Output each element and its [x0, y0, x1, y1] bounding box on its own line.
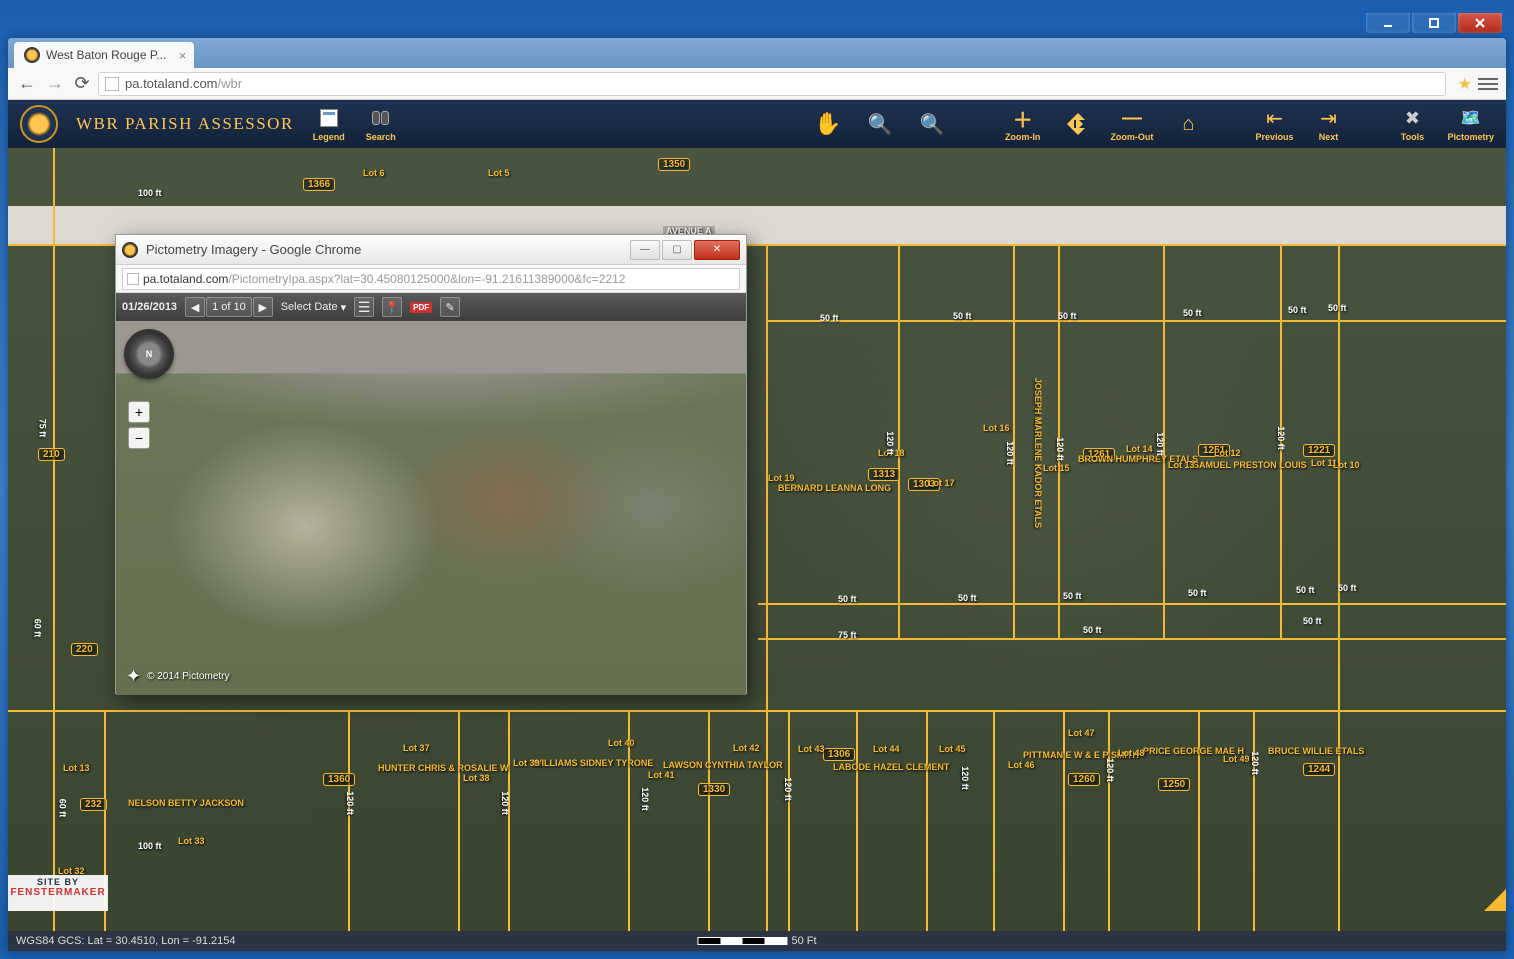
browser-tab[interactable]: West Baton Rouge P... × — [14, 42, 194, 68]
status-bar: WGS84 GCS: Lat = 30.4510, Lon = -91.2154… — [8, 931, 1506, 951]
chrome-tabstrip: West Baton Rouge P... × — [8, 38, 1506, 68]
imagery-zoom-in-button[interactable]: + — [128, 401, 150, 423]
annotate-button[interactable]: ✎ — [440, 297, 460, 317]
address-bar[interactable]: pa.totaland.com/wbr — [98, 72, 1446, 96]
tab-favicon — [24, 47, 40, 63]
minus-icon: — — [1120, 106, 1144, 130]
os-maximize-button[interactable] — [1412, 13, 1456, 33]
compass-widget[interactable]: N — [124, 329, 174, 379]
plus-icon: ＋ — [1011, 106, 1035, 130]
popup-urlbar-row: pa.totaland.com/PictometryIpa.aspx?lat=3… — [116, 265, 746, 293]
parish-seal-logo — [20, 105, 58, 143]
map-canvas[interactable]: AVENUE A 1366135013131303126112511221130… — [8, 148, 1506, 931]
back-button[interactable]: ← — [16, 73, 38, 95]
next-arrow-icon: ⇥ — [1316, 106, 1340, 130]
pictometry-logo-icon: ✦ — [126, 666, 141, 687]
pdf-export-button[interactable]: PDF — [410, 302, 432, 313]
app-header: WBR PARISH ASSESSOR Legend Search ✋ 🔍 🔍 … — [8, 100, 1506, 148]
oblique-imagery[interactable]: N + − ✦ © 2014 Pictometry — [116, 321, 746, 695]
app-title: WBR PARISH ASSESSOR — [76, 114, 294, 134]
url-path: /wbr — [218, 76, 243, 91]
zoom-in-button[interactable]: ＋ Zoom-In — [1005, 106, 1041, 142]
os-close-button[interactable] — [1458, 13, 1502, 33]
magnify-minus-icon: 🔍 — [920, 112, 944, 136]
next-button[interactable]: ⇥ Next — [1311, 106, 1345, 142]
legend-label: Legend — [313, 132, 345, 142]
tab-title: West Baton Rouge P... — [46, 48, 166, 62]
previous-button[interactable]: ⇤ Previous — [1255, 106, 1293, 142]
magnify-plus-icon: 🔍 — [868, 112, 892, 136]
legend-icon — [320, 109, 338, 127]
home-icon: ⌂ — [1176, 112, 1200, 136]
hand-icon: ✋ — [816, 112, 840, 136]
popup-toolbar: 01/26/2013 ◀ 1 of 10 ▶ Select Date ▾ ☰ 📍… — [116, 293, 746, 321]
coords-readout: WGS84 GCS: Lat = 30.4510, Lon = -91.2154 — [16, 935, 236, 947]
popup-url-path: /PictometryIpa.aspx?lat=30.45080125000&l… — [228, 272, 625, 286]
pictometry-label: Pictometry — [1447, 132, 1494, 142]
reload-button[interactable]: ⟳ — [72, 74, 92, 94]
tools-label: Tools — [1401, 132, 1424, 142]
pan-button[interactable]: ✋ — [811, 112, 845, 136]
zoom-in-icon-button[interactable]: 🔍 — [863, 112, 897, 136]
imagery-date: 01/26/2013 — [122, 301, 177, 313]
nav-diamond-icon — [1063, 109, 1087, 139]
next-label: Next — [1319, 132, 1339, 142]
chrome-menu-button[interactable] — [1478, 74, 1498, 94]
site-by-company: FENSTERMAKER — [10, 887, 106, 898]
layers-button[interactable]: ☰ — [354, 297, 374, 317]
search-button[interactable]: Search — [364, 106, 398, 142]
pictometry-icon: 🗺️ — [1459, 106, 1483, 130]
popup-minimize-button[interactable]: — — [630, 240, 660, 260]
popup-favicon — [122, 242, 138, 258]
popup-address-bar[interactable]: pa.totaland.com/PictometryIpa.aspx?lat=3… — [122, 268, 740, 290]
tab-close-icon[interactable]: × — [179, 48, 187, 63]
zoom-in-label: Zoom-In — [1005, 132, 1041, 142]
zoom-out-icon-button[interactable]: 🔍 — [915, 112, 949, 136]
legend-button[interactable]: Legend — [312, 106, 346, 142]
image-prev-button[interactable]: ◀ — [185, 297, 205, 317]
page-icon — [105, 77, 119, 91]
zoom-out-label: Zoom-Out — [1110, 132, 1153, 142]
search-label: Search — [366, 132, 396, 142]
select-date-label: Select Date — [281, 301, 338, 313]
zoom-out-button[interactable]: — Zoom-Out — [1110, 106, 1153, 142]
os-window-controls — [8, 8, 1506, 38]
tools-icon: ✖ — [1400, 106, 1424, 130]
page-icon — [127, 273, 139, 285]
tools-button[interactable]: ✖ Tools — [1395, 106, 1429, 142]
url-host: pa.totaland.com — [125, 76, 218, 91]
pan-nav-button[interactable] — [1058, 112, 1092, 136]
select-date-dropdown[interactable]: Select Date ▾ — [281, 301, 346, 314]
scale-bar: 50 Ft — [697, 935, 816, 947]
forward-button[interactable]: → — [44, 73, 66, 95]
previous-label: Previous — [1255, 132, 1293, 142]
image-page-indicator: 1 of 10 — [206, 297, 252, 317]
image-next-button[interactable]: ▶ — [253, 297, 273, 317]
home-button[interactable]: ⌂ — [1171, 112, 1205, 136]
popup-title: Pictometry Imagery - Google Chrome — [146, 242, 622, 257]
popup-maximize-button[interactable]: ▢ — [662, 240, 692, 260]
popup-close-button[interactable]: ✕ — [694, 240, 740, 260]
imagery-copyright: ✦ © 2014 Pictometry — [126, 666, 230, 687]
pictometry-popup: Pictometry Imagery - Google Chrome — ▢ ✕… — [115, 234, 747, 694]
pin-button[interactable]: 📍 — [382, 297, 402, 317]
binoculars-icon — [372, 111, 389, 125]
site-by-badge[interactable]: SITE BY FENSTERMAKER — [8, 875, 108, 911]
popup-url-host: pa.totaland.com — [143, 272, 228, 286]
scale-label: 50 Ft — [791, 935, 816, 947]
popup-titlebar[interactable]: Pictometry Imagery - Google Chrome — ▢ ✕ — [116, 235, 746, 265]
bookmark-star-icon[interactable]: ★ — [1458, 74, 1472, 94]
chrome-toolbar: ← → ⟳ pa.totaland.com/wbr ★ — [8, 68, 1506, 100]
site-by-label: SITE BY — [10, 877, 106, 887]
pictometry-button[interactable]: 🗺️ Pictometry — [1447, 106, 1494, 142]
previous-arrow-icon: ⇤ — [1262, 106, 1286, 130]
os-minimize-button[interactable] — [1366, 13, 1410, 33]
chevron-down-icon: ▾ — [341, 301, 347, 314]
imagery-zoom-out-button[interactable]: − — [128, 427, 150, 449]
